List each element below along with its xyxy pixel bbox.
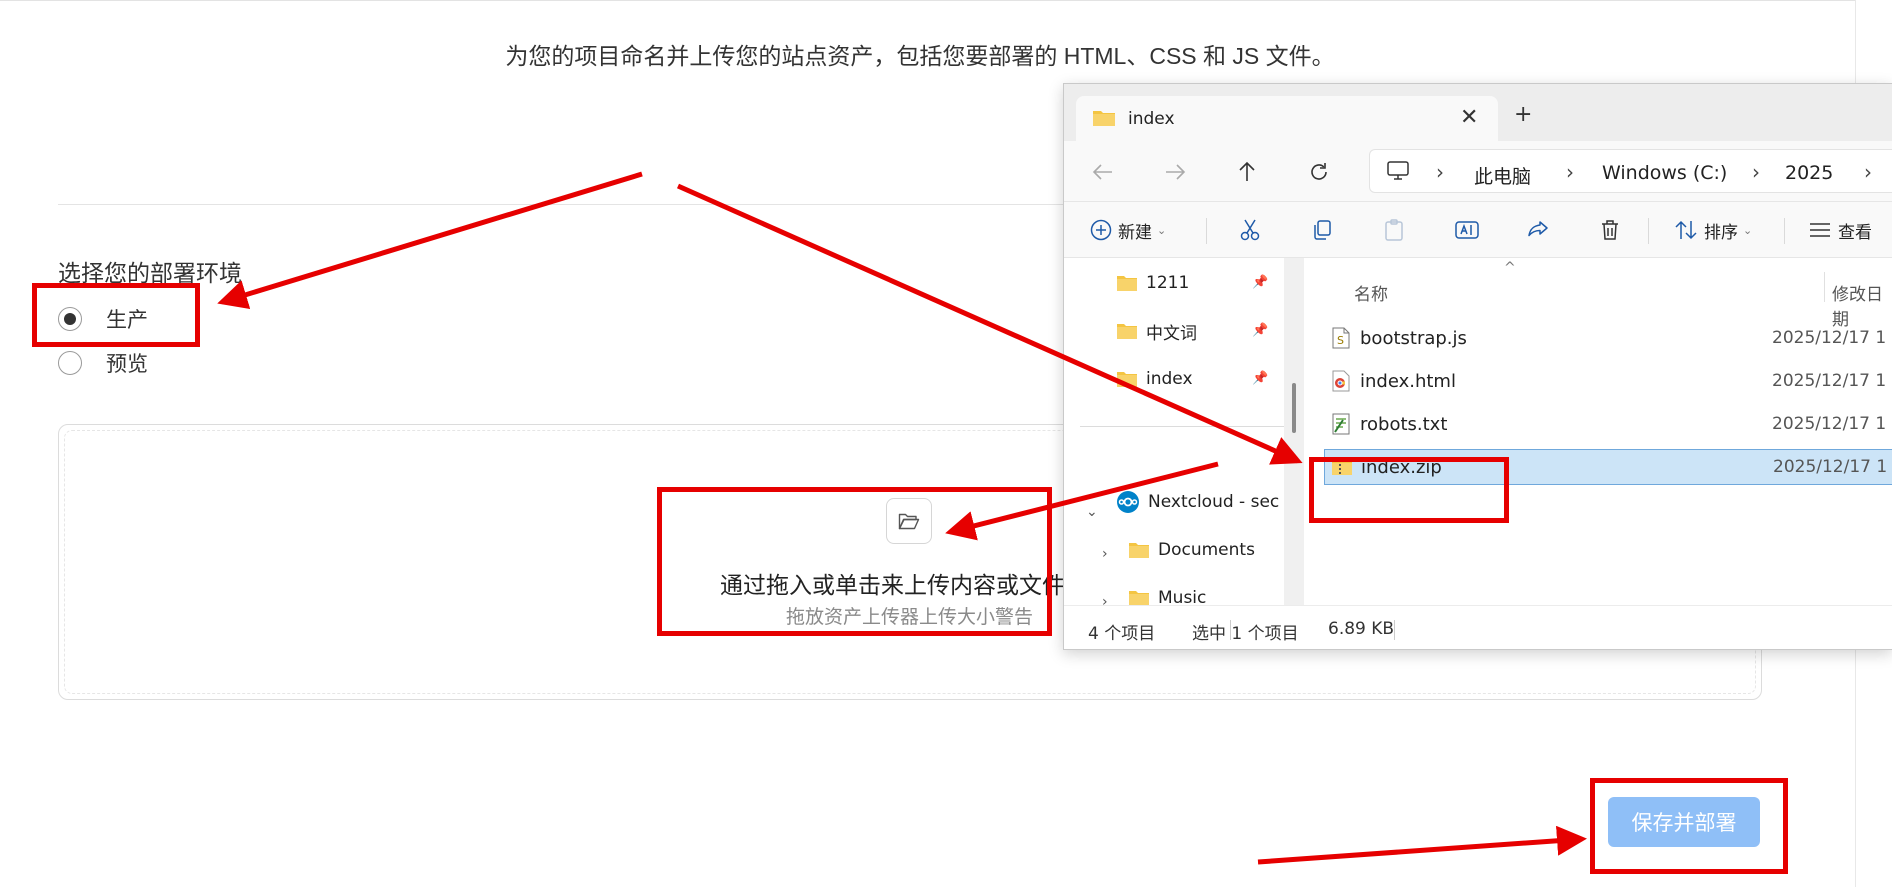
plus-circle-icon [1090, 219, 1112, 241]
explorer-toolbar: 新建 ⌄ 排序 ⌄ 查看 [1064, 201, 1892, 258]
trash-icon [1602, 220, 1618, 240]
explorer-address-bar: › 此电脑 › Windows (C:) › 2025 › [1064, 141, 1892, 201]
nav-item-index[interactable]: index [1116, 363, 1193, 395]
chevron-down-icon[interactable]: ⌄ [1086, 504, 1098, 520]
annotation-box-production [32, 283, 200, 347]
share-icon [1528, 221, 1548, 237]
nav-item-documents[interactable]: Documents [1128, 534, 1255, 566]
folder-icon [1092, 108, 1116, 132]
view-button[interactable]: 查看 [1808, 214, 1872, 246]
delete-button[interactable] [1598, 214, 1622, 246]
breadcrumb[interactable]: › 此电脑 › Windows (C:) › 2025 › [1369, 149, 1892, 193]
sort-caret-icon: ^ [1504, 260, 1516, 276]
breadcrumb-item[interactable]: 2025 [1785, 162, 1833, 184]
column-divider[interactable] [1824, 272, 1825, 302]
rename-button[interactable] [1454, 214, 1480, 246]
annotation-box-save-button [1590, 778, 1788, 874]
file-row-index-html[interactable]: index.html 2025/12/17 1 [1324, 363, 1892, 399]
chevron-right-icon: › [1864, 160, 1872, 184]
sort-icon [1675, 220, 1697, 240]
js-file-icon: S [1330, 327, 1352, 349]
folder-icon [1117, 276, 1137, 291]
section-divider [58, 204, 1098, 205]
sort-button[interactable]: 排序 ⌄ [1674, 214, 1752, 246]
clipboard-icon [1385, 219, 1403, 241]
breadcrumb-item[interactable]: 此电脑 [1474, 162, 1531, 189]
chevron-right-icon: › [1566, 160, 1574, 184]
explorer-tab[interactable]: index ✕ [1076, 96, 1498, 141]
env-option-label: 预览 [106, 353, 148, 376]
explorer-file-list: ^ 名称 修改日期 S bootstrap.js 2025/12/17 1 in… [1304, 258, 1892, 605]
up-arrow-icon[interactable] [1232, 157, 1262, 187]
nav-item-chinese[interactable]: 中文词 [1116, 315, 1197, 347]
new-label: 新建 [1118, 222, 1152, 243]
chevron-down-icon: ⌄ [1157, 223, 1167, 237]
computer-icon [1386, 160, 1410, 186]
html-file-icon [1330, 370, 1352, 392]
chevron-right-icon: › [1752, 160, 1760, 184]
pin-icon[interactable]: 📌 [1252, 275, 1268, 290]
folder-icon [1117, 372, 1137, 387]
status-separator [1394, 620, 1395, 640]
radio-preview[interactable] [58, 351, 82, 375]
chevron-down-icon: ⌄ [1743, 223, 1753, 237]
breadcrumb-item[interactable]: Windows (C:) [1602, 162, 1727, 184]
plus-icon[interactable]: + [1514, 102, 1532, 127]
text-file-icon [1330, 413, 1352, 435]
toolbar-separator [1784, 218, 1785, 244]
svg-text:S: S [1337, 334, 1344, 347]
nav-scrollbar-thumb[interactable] [1292, 383, 1296, 433]
nav-scrollbar[interactable] [1284, 258, 1304, 605]
toolbar-separator [1648, 218, 1649, 244]
copy-icon [1314, 220, 1331, 240]
chevron-right-icon: › [1436, 160, 1444, 184]
status-item-count: 4 个项目 [1088, 624, 1156, 644]
nav-item-1211[interactable]: 1211 [1116, 267, 1189, 299]
pin-icon[interactable]: 📌 [1252, 323, 1268, 338]
column-header-name[interactable]: 名称 [1354, 280, 1388, 305]
explorer-nav-pane: 1211 📌 中文词 📌 index 📌 ⌄ Nextcloud - sec ›… [1064, 258, 1304, 610]
view-list-icon [1810, 223, 1830, 237]
explorer-tab-bar: index ✕ + [1064, 84, 1892, 141]
cut-button[interactable] [1238, 214, 1262, 246]
chevron-right-icon[interactable]: › [1102, 546, 1108, 562]
share-button[interactable] [1526, 214, 1550, 246]
file-explorer-window[interactable]: index ✕ + › 此电脑 › Windows (C:) › 2025 › [1063, 83, 1892, 650]
intro-text: 为您的项目命名并上传您的站点资产，包括您要部署的 HTML、CSS 和 JS 文… [505, 43, 1335, 69]
close-icon[interactable]: ✕ [1460, 105, 1478, 130]
forward-arrow-icon[interactable] [1160, 157, 1190, 187]
annotation-box-dropzone [657, 487, 1052, 636]
status-size: 6.89 KB [1328, 619, 1395, 639]
nav-separator [1080, 426, 1290, 427]
folder-icon [1129, 543, 1149, 558]
page-top-border [0, 0, 1855, 1]
explorer-tab-label: index [1128, 109, 1175, 129]
refresh-icon[interactable] [1304, 157, 1334, 187]
arrow-to-save-button [1257, 825, 1587, 865]
paste-button[interactable] [1382, 214, 1406, 246]
status-selection: 选中 1 个项目 [1192, 624, 1299, 644]
annotation-box-zip-file [1309, 457, 1509, 523]
scissors-icon [1240, 219, 1260, 241]
file-row-bootstrap[interactable]: S bootstrap.js 2025/12/17 1 [1324, 320, 1892, 356]
rename-icon [1455, 221, 1479, 239]
explorer-status-bar: 4 个项目 选中 1 个项目 6.89 KB [1064, 605, 1892, 649]
folder-icon [1117, 324, 1137, 339]
env-option-preview[interactable]: 预览 [58, 348, 148, 378]
pin-icon[interactable]: 📌 [1252, 371, 1268, 386]
new-button[interactable]: 新建 ⌄ [1090, 214, 1166, 246]
toolbar-separator [1206, 218, 1207, 244]
sort-label: 排序 [1704, 222, 1738, 243]
arrow-to-production [217, 171, 643, 310]
nav-item-nextcloud[interactable]: Nextcloud - sec [1116, 486, 1279, 518]
nextcloud-icon [1117, 491, 1139, 513]
file-row-robots[interactable]: robots.txt 2025/12/17 1 [1324, 406, 1892, 442]
copy-button[interactable] [1310, 214, 1334, 246]
back-arrow-icon[interactable] [1088, 157, 1118, 187]
view-label: 查看 [1838, 222, 1872, 243]
